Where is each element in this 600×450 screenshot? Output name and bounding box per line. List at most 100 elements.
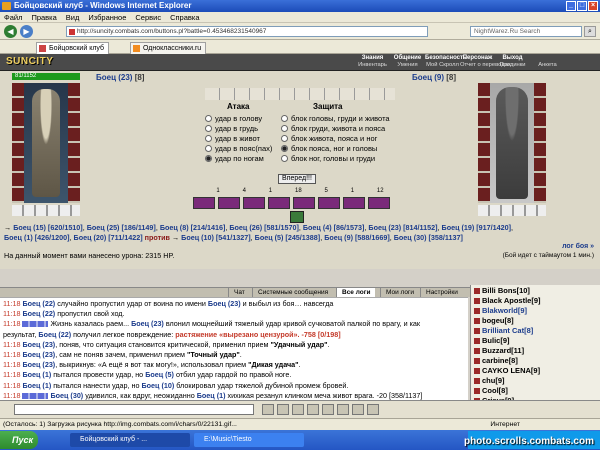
battle-log-link[interactable]: лог боя »	[562, 243, 594, 250]
translit-icon[interactable]	[322, 404, 334, 415]
log-line: 11:18 Боец (1) пытался нанести удар, но …	[3, 380, 349, 390]
close-button[interactable]: ×	[588, 1, 598, 11]
nav-character[interactable]: Персонаж	[460, 55, 495, 61]
team-member[interactable]: Боец (19) [917/1420]	[442, 223, 512, 232]
fighter-left-name[interactable]: Боец (23) [8]	[96, 73, 144, 82]
list-item[interactable]: Bulic[9]	[474, 336, 597, 346]
skill-icon[interactable]	[343, 197, 365, 209]
list-item[interactable]: Buzzard[11]	[474, 346, 597, 356]
battle-log: 11:18 Боец (22) случайно пропустил удар …	[0, 297, 468, 400]
clan-icon	[474, 348, 480, 354]
team-member[interactable]: Боец (25) [186/1149]	[87, 223, 156, 232]
nav-security[interactable]: Безопасность	[425, 55, 467, 61]
task-combats[interactable]: Бойцовский клуб - ...	[70, 433, 190, 447]
team-member[interactable]: Боец (10) [541/1327]	[181, 233, 251, 242]
nav-profile[interactable]: Анкета	[530, 62, 565, 68]
list-item[interactable]: Billi Bons[10]	[474, 286, 597, 296]
nav-exit[interactable]: Выход	[495, 55, 530, 61]
weapon-icon[interactable]	[290, 211, 304, 223]
back-icon[interactable]: ◀	[4, 25, 17, 38]
list-item[interactable]: bogeu[8]	[474, 316, 597, 326]
team-member[interactable]: Боец (23) [814/1152]	[368, 223, 437, 232]
search-icon[interactable]: ⌕	[584, 26, 596, 37]
tab-odnoklassniki[interactable]: Одноклассники.ru	[130, 42, 207, 54]
skill-icon[interactable]	[293, 197, 315, 209]
attack-option-chest[interactable]: удар в грудь	[205, 124, 258, 133]
menu-favorites[interactable]: Избранное	[88, 12, 126, 22]
skill-icon[interactable]	[268, 197, 290, 209]
menu-view[interactable]: Вид	[66, 12, 80, 22]
defense-option-2[interactable]: блок груди, живота и пояса	[281, 124, 385, 133]
nav-chat[interactable]: Общение	[390, 55, 425, 61]
sound-icon[interactable]	[352, 404, 364, 415]
list-item[interactable]: carbine[8]	[474, 356, 597, 366]
clan-icon	[474, 318, 480, 324]
team-member[interactable]: Боец (15) [620/1510]	[13, 223, 83, 232]
counter: 1	[216, 188, 220, 194]
defense-option-3[interactable]: блок живота, пояса и ног	[281, 134, 377, 143]
send-icon[interactable]	[277, 404, 289, 415]
window-title: Бойцовский клуб - Windows Internet Explo…	[14, 1, 192, 10]
tab-combats[interactable]: Бойцовский клуб	[36, 42, 110, 54]
nav-skills[interactable]: Умения	[390, 62, 425, 68]
radio-icon	[281, 125, 288, 132]
skill-icon[interactable]	[368, 197, 390, 209]
maximize-button[interactable]: □	[577, 1, 587, 11]
list-item[interactable]: Brilliant Cat[8]	[474, 326, 597, 336]
url-input[interactable]: http://suncity.combats.com/buttons.pl?ba…	[66, 26, 428, 37]
list-item[interactable]: Blakworld[9]	[474, 306, 597, 316]
game-header: SUNCITY Знания Общение Безопасность Перс…	[0, 54, 600, 71]
nav-knowledge[interactable]: Знания	[355, 55, 390, 61]
radio-icon	[205, 145, 212, 152]
start-button[interactable]: Пуск	[0, 431, 38, 449]
menu-help[interactable]: Справка	[170, 12, 199, 22]
team-member[interactable]: Боец (8) [214/1416]	[160, 223, 226, 232]
list-item[interactable]: Cool[8]	[474, 386, 597, 396]
nav-fights[interactable]: Поединки	[495, 62, 530, 68]
attack-option-belly[interactable]: удар в живот	[205, 134, 260, 143]
chat-input[interactable]	[14, 404, 254, 415]
forward-icon[interactable]: ▶	[20, 25, 33, 38]
log-line: 11:18 Боец (23), поняв, что ситуация ста…	[3, 339, 330, 349]
team-member[interactable]: Боец (20) [711/1422]	[74, 233, 143, 242]
team-member[interactable]: Боец (9) [588/1669]	[324, 233, 390, 242]
menu-tools[interactable]: Сервис	[135, 12, 161, 22]
go-button[interactable]: Вперед!!!	[278, 174, 316, 184]
defense-option-5[interactable]: блок ног, головы и груди	[281, 154, 375, 163]
search-input[interactable]: NightWarez.Ru Search	[470, 26, 582, 37]
team-member[interactable]: Боец (5) [245/1388]	[255, 233, 321, 242]
menu-file[interactable]: Файл	[4, 12, 22, 22]
skill-icon[interactable]	[193, 197, 215, 209]
team-member[interactable]: Боец (4) [86/1573]	[303, 223, 365, 232]
tactics-counters: 1 4 1 18 5 1 12	[205, 188, 395, 194]
team-member[interactable]: Боец (26) [581/1570]	[229, 223, 299, 232]
defense-option-4[interactable]: блок пояса, ног и головы	[281, 144, 377, 153]
team-member[interactable]: Боец (1) [426/1200]	[4, 233, 70, 242]
attack-option-groin[interactable]: удар в пояс(пах)	[205, 144, 272, 153]
list-item[interactable]: CAYKO LENA[9]	[474, 366, 597, 376]
skill-icon[interactable]	[243, 197, 265, 209]
clan-icon	[474, 328, 480, 334]
refresh-icon[interactable]	[337, 404, 349, 415]
list-item[interactable]: Black Apostle[9]	[474, 296, 597, 306]
settings-icon[interactable]	[367, 404, 379, 415]
nav-inventory[interactable]: Инвентарь	[355, 62, 390, 68]
nav-transfers[interactable]: Отчет о переводах	[460, 62, 511, 68]
list-item[interactable]: chu[9]	[474, 376, 597, 386]
task-music[interactable]: E:\Music\Tiesto	[194, 433, 304, 447]
skill-icon[interactable]	[218, 197, 240, 209]
nav-scroll[interactable]: Мой Скролл	[425, 62, 460, 68]
battle-teams: → Боец (15) [620/1510], Боец (25) [186/1…	[4, 223, 596, 243]
attack-option-legs[interactable]: удар по ногам	[205, 154, 264, 163]
filter-icon[interactable]	[307, 404, 319, 415]
menu-edit[interactable]: Правка	[31, 12, 56, 22]
skill-icon[interactable]	[318, 197, 340, 209]
team-member[interactable]: Боец (30) [358/1137]	[394, 233, 463, 242]
fighter-right-name[interactable]: Боец (9) [8]	[412, 73, 456, 82]
smile-icon[interactable]	[262, 404, 274, 415]
equipment-slots	[478, 83, 490, 203]
clear-icon[interactable]	[292, 404, 304, 415]
attack-option-head[interactable]: удар в голову	[205, 114, 262, 123]
minimize-button[interactable]: _	[566, 1, 576, 11]
defense-option-1[interactable]: блок головы, груди и живота	[281, 114, 390, 123]
